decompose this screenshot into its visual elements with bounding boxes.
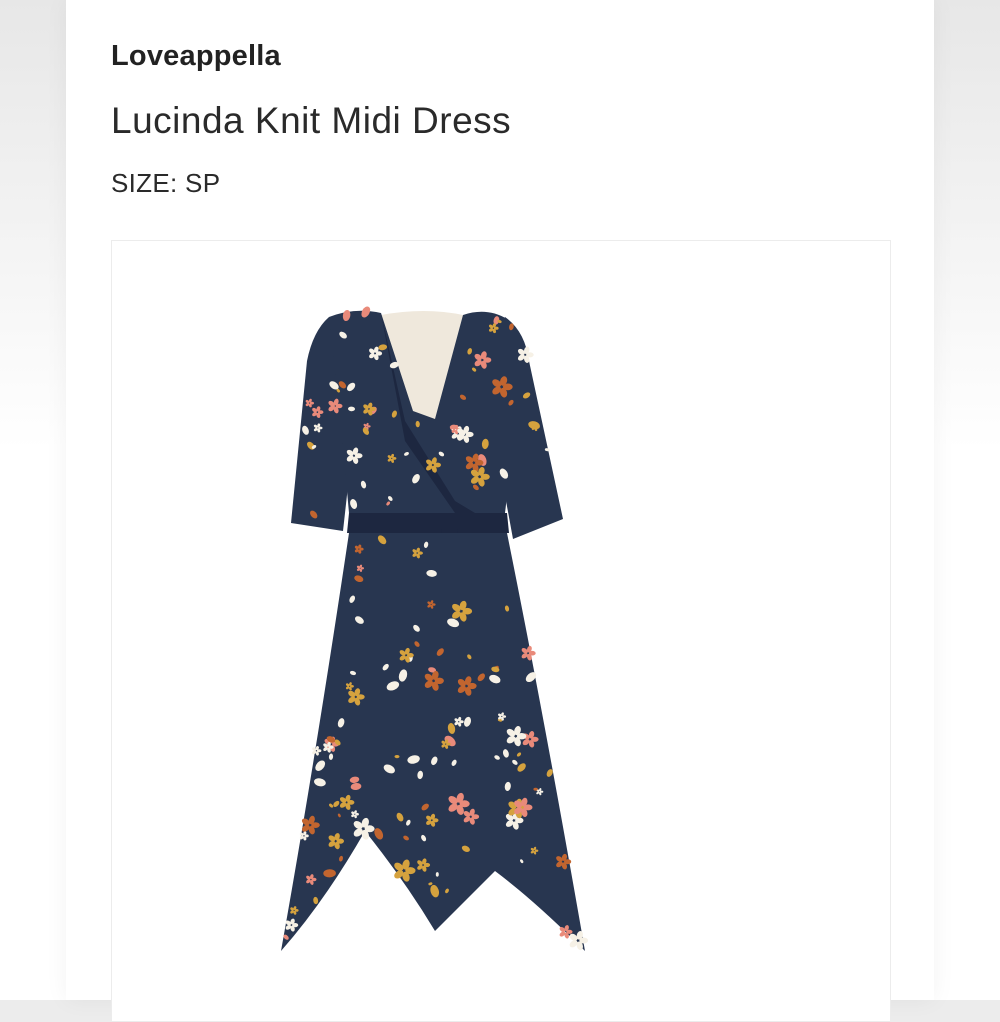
product-image-frame[interactable]	[111, 240, 891, 1022]
dress-image[interactable]	[112, 241, 890, 1001]
product-title: Lucinda Knit Midi Dress	[111, 100, 512, 141]
dress-belt	[347, 513, 509, 533]
size-label: SIZE:	[111, 168, 178, 198]
brand-name: Loveappella	[111, 40, 281, 72]
size-info: SIZE: SP	[111, 168, 220, 199]
size-value: SP	[185, 168, 221, 198]
product-card: Loveappella Lucinda Knit Midi Dress SIZE…	[66, 0, 934, 1022]
